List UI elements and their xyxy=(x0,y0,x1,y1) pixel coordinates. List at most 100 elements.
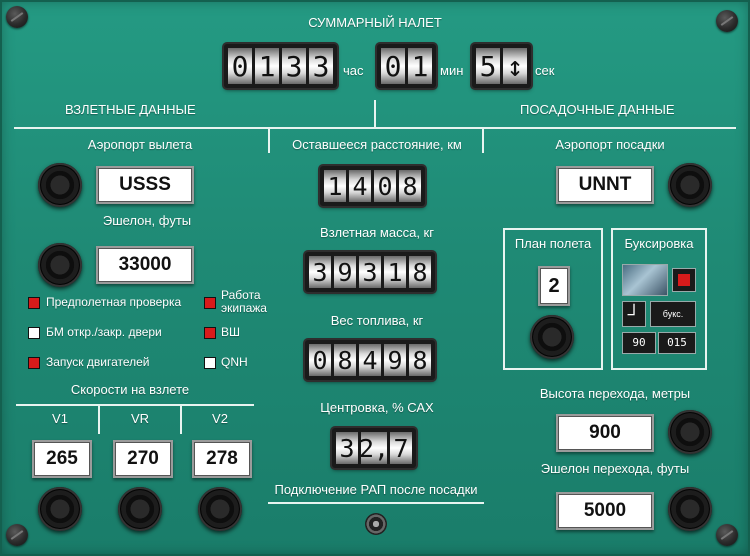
departure-airport-label: Аэропорт вылета xyxy=(87,137,193,152)
departure-airport-knob[interactable] xyxy=(38,163,82,207)
indicator-crew-work xyxy=(204,297,216,309)
takeoff-mass-label: Взлетная масса, кг xyxy=(320,225,434,240)
divider xyxy=(98,404,100,434)
screw-icon xyxy=(716,524,738,546)
mass-digit: 3 xyxy=(359,256,381,288)
transition-altitude-knob[interactable] xyxy=(668,410,712,454)
fuel-digit: 9 xyxy=(384,344,406,376)
fuel-digit: 4 xyxy=(359,344,381,376)
towing-status-button[interactable] xyxy=(672,268,696,292)
vr-knob[interactable] xyxy=(118,487,162,531)
hours-digit: 3 xyxy=(282,48,306,84)
v1-display: 265 xyxy=(32,440,92,478)
seconds-digit: ↕ xyxy=(503,48,527,84)
divider xyxy=(268,127,270,153)
seconds-counter: 5 ↕ xyxy=(472,44,531,88)
indicator-label: Предполетная проверка xyxy=(46,295,182,309)
indicator-door xyxy=(28,327,40,339)
divider xyxy=(180,404,182,434)
transition-level-label: Эшелон перехода, футы xyxy=(540,461,690,476)
fuel-weight-counter: 0 8 4 9 8 xyxy=(305,340,435,380)
towing-button[interactable]: букс. xyxy=(650,301,696,327)
towing-vehicle-icon[interactable] xyxy=(622,264,668,296)
v2-display: 278 xyxy=(192,440,252,478)
towing-value: 015 xyxy=(658,332,696,354)
cg-label: Центровка, % САХ xyxy=(320,400,434,415)
distance-digit: 4 xyxy=(349,170,371,202)
cg-digit: 2, xyxy=(358,432,390,464)
towing-hook-icon[interactable]: ┘ xyxy=(622,301,646,327)
mass-digit: 9 xyxy=(334,256,356,288)
cg-counter: 3 2, 7 xyxy=(332,428,416,468)
indicator-qnh xyxy=(204,357,216,369)
towing-label: Буксировка xyxy=(624,236,694,251)
seconds-digit: 5 xyxy=(476,48,500,84)
takeoff-mass-counter: 3 9 3 1 8 xyxy=(305,252,435,292)
flight-level-label: Эшелон, футы xyxy=(102,213,192,228)
indicator-engine-start xyxy=(28,357,40,369)
mass-digit: 3 xyxy=(309,256,331,288)
flight-plan-display: 2 xyxy=(538,266,570,306)
indicator-preflight-check xyxy=(28,297,40,309)
transition-altitude-display: 900 xyxy=(556,414,654,452)
minutes-digit: 1 xyxy=(408,48,432,84)
mass-digit: 1 xyxy=(384,256,406,288)
hours-digit: 0 xyxy=(228,48,252,84)
flight-plan-label: План полета xyxy=(514,236,592,251)
divider xyxy=(16,404,254,406)
cg-digit: 3 xyxy=(336,432,358,464)
divider xyxy=(482,127,484,153)
indicator-label: Работа экипажа xyxy=(221,288,267,315)
gpu-connection-button[interactable] xyxy=(365,513,387,535)
transition-altitude-label: Высота перехода, метры xyxy=(539,386,691,401)
hours-unit: час xyxy=(343,63,364,78)
flight-plan-knob[interactable] xyxy=(530,315,574,359)
minutes-counter: 0 1 xyxy=(377,44,436,88)
transition-level-knob[interactable] xyxy=(668,487,712,531)
divider xyxy=(374,100,376,128)
v1-label: V1 xyxy=(52,411,68,426)
minutes-digit: 0 xyxy=(381,48,405,84)
divider xyxy=(268,502,484,504)
v1-knob[interactable] xyxy=(38,487,82,531)
arrival-airport-knob[interactable] xyxy=(668,163,712,207)
indicator-label: БМ откр./закр. двери xyxy=(46,325,162,339)
minutes-unit: мин xyxy=(440,63,464,78)
departure-airport-display: USSS xyxy=(96,166,194,204)
arrival-section-title: ПОСАДОЧНЫЕ ДАННЫЕ xyxy=(520,102,675,117)
flight-level-knob[interactable] xyxy=(38,243,82,287)
hours-digit: 3 xyxy=(309,48,333,84)
transition-level-display: 5000 xyxy=(556,492,654,530)
fuel-digit: 8 xyxy=(409,344,431,376)
remaining-distance-label: Оставшееся расстояние, км xyxy=(292,137,462,152)
divider xyxy=(14,127,736,129)
mass-digit: 8 xyxy=(409,256,431,288)
screw-icon xyxy=(6,524,28,546)
towing-status-led xyxy=(678,274,690,286)
screw-icon xyxy=(716,10,738,32)
gpu-connection-label: Подключение РАП после посадки xyxy=(274,482,478,497)
distance-digit: 1 xyxy=(324,170,346,202)
arrival-airport-label: Аэропорт посадки xyxy=(555,137,665,152)
cg-digit: 7 xyxy=(390,432,412,464)
v2-knob[interactable] xyxy=(198,487,242,531)
hours-counter: 0 1 3 3 xyxy=(224,44,337,88)
distance-digit: 0 xyxy=(374,170,396,202)
flight-level-display: 33000 xyxy=(96,246,194,284)
remaining-distance-counter: 1 4 0 8 xyxy=(320,166,425,206)
indicator-label: ВШ xyxy=(221,325,241,339)
flight-data-panel: СУММАРНЫЙ НАЛЕТ 0 1 3 3 час 0 1 мин 5 ↕ … xyxy=(0,0,750,556)
indicator-vsh xyxy=(204,327,216,339)
takeoff-speeds-label: Скорости на взлете xyxy=(70,382,190,397)
arrival-airport-display: UNNT xyxy=(556,166,654,204)
hours-digit: 1 xyxy=(255,48,279,84)
indicator-label: QNH xyxy=(221,355,248,369)
indicator-label: Запуск двигателей xyxy=(46,355,150,369)
distance-digit: 8 xyxy=(399,170,421,202)
fuel-weight-label: Вес топлива, кг xyxy=(330,313,424,328)
fuel-digit: 8 xyxy=(334,344,356,376)
fuel-digit: 0 xyxy=(309,344,331,376)
vr-label: VR xyxy=(130,411,150,426)
vr-display: 270 xyxy=(113,440,173,478)
screw-icon xyxy=(6,6,28,28)
